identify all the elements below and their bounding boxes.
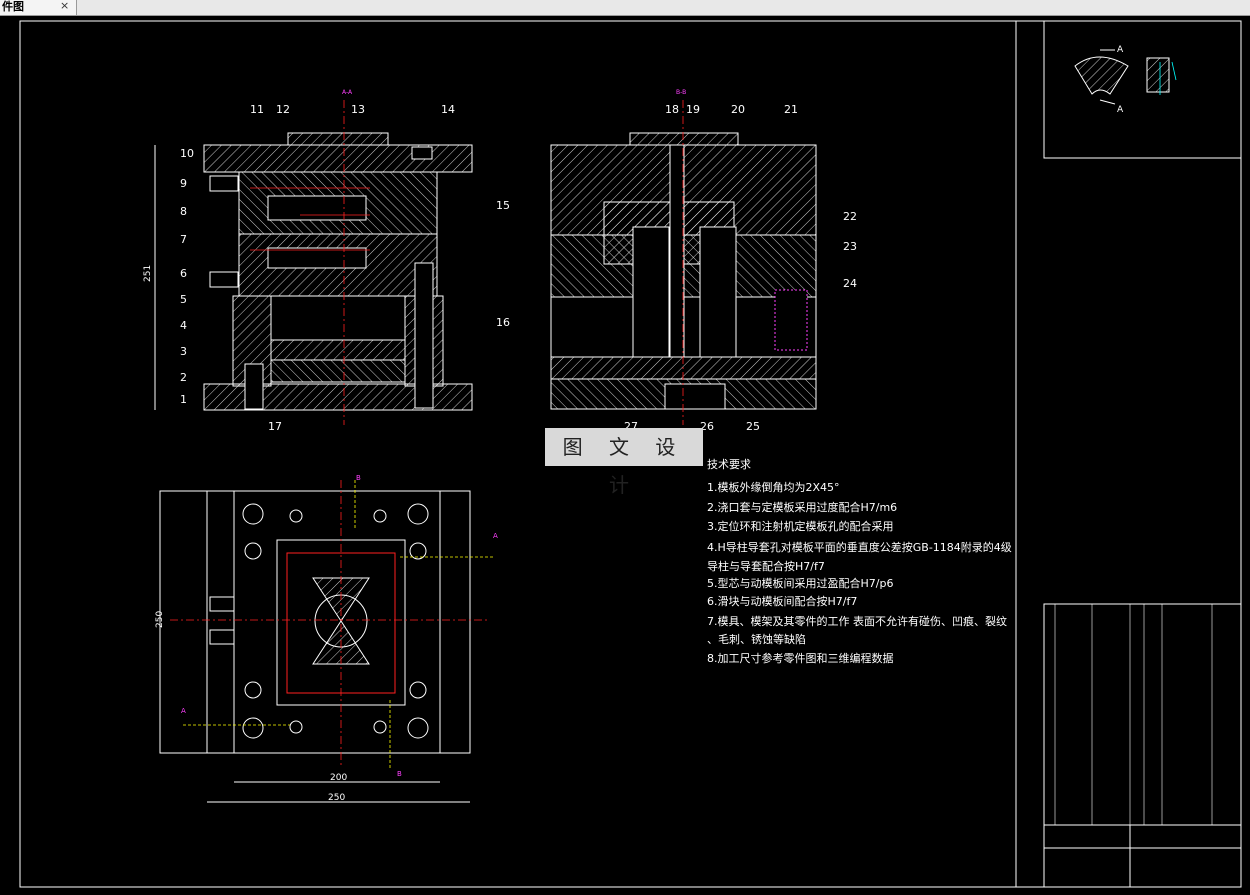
callout-4: 4 [180, 319, 187, 332]
section-title-bb: B-B [676, 89, 686, 96]
detail-view: A A [1074, 45, 1177, 115]
detail-box [1043, 20, 1242, 159]
tech-item-1: 1.模板外缘倒角均为2X45° [707, 481, 840, 494]
mark-b-bottom: B [397, 770, 402, 778]
dim-height: 251 [143, 265, 153, 282]
tech-item-8: 8.加工尺寸参考零件图和三维编程数据 [707, 652, 894, 665]
callout-12: 12 [276, 103, 290, 116]
dim-200: 200 [330, 773, 347, 783]
callout-5: 5 [180, 293, 187, 306]
tab-label: 件图 [2, 0, 24, 13]
tech-item-4: 4.H导柱导套孔对模板平面的垂直度公差按GB-1184附录的4级 [707, 541, 1012, 554]
callout-22: 22 [843, 210, 857, 223]
callout-2: 2 [180, 371, 187, 384]
callout-20: 20 [731, 103, 745, 116]
plan-view: A A B B 200 250 250 [155, 474, 498, 803]
watermark: 图 文 设 计 [545, 428, 703, 497]
callout-8: 8 [180, 205, 187, 218]
tab-drawing[interactable]: 件图 × [0, 0, 77, 15]
tech-item-4b: 导柱与导套配合按H7/f7 [707, 560, 825, 573]
callout-13: 13 [351, 103, 365, 116]
callout-21: 21 [784, 103, 798, 116]
section-label-a1: A [1117, 45, 1124, 55]
dim-250-side: 250 [155, 611, 165, 628]
callout-18: 18 [665, 103, 679, 116]
callout-16: 16 [496, 316, 510, 329]
callout-11: 11 [250, 103, 264, 116]
callout-9: 9 [180, 177, 187, 190]
section-title-aa: A-A [342, 89, 353, 96]
tech-item-2: 2.浇口套与定模板采用过度配合H7/m6 [707, 501, 898, 514]
tech-title: 技术要求 [707, 458, 751, 471]
callout-10: 10 [180, 147, 194, 160]
section-bb: B-B [550, 89, 817, 425]
callout-3: 3 [180, 345, 187, 358]
title-block [1043, 603, 1242, 888]
tech-item-6: 6.滑块与动模板间配合按H7/f7 [707, 595, 858, 608]
tech-item-3: 3.定位环和注射机定模板孔的配合采用 [707, 520, 894, 533]
callout-7: 7 [180, 233, 187, 246]
drawing-border [1015, 20, 1242, 888]
callout-14: 14 [441, 103, 455, 116]
section-label-a2: A [1117, 105, 1124, 115]
tech-item-5: 5.型芯与动模板间采用过盈配合H7/p6 [707, 577, 894, 590]
tech-item-7: 7.模具、模架及其零件的工作 表面不允许有碰伤、凹痕、裂纹 [707, 615, 1007, 628]
callout-6: 6 [180, 267, 187, 280]
mark-a-left: A [181, 707, 186, 715]
mark-b-top: B [356, 474, 361, 482]
callout-23: 23 [843, 240, 857, 253]
callout-25: 25 [746, 420, 760, 433]
callout-15: 15 [496, 199, 510, 212]
document-tab-bar: 件图 × [0, 0, 1250, 16]
section-aa: A-A 251 [143, 89, 473, 425]
close-icon[interactable]: × [60, 0, 69, 12]
callout-1: 1 [180, 393, 187, 406]
dim-250-bottom: 250 [328, 793, 345, 803]
mark-a-right: A [493, 532, 498, 540]
callout-17: 17 [268, 420, 282, 433]
callout-24: 24 [843, 277, 857, 290]
tech-item-7b: 、毛刺、锈蚀等缺陷 [707, 633, 806, 646]
callout-19: 19 [686, 103, 700, 116]
